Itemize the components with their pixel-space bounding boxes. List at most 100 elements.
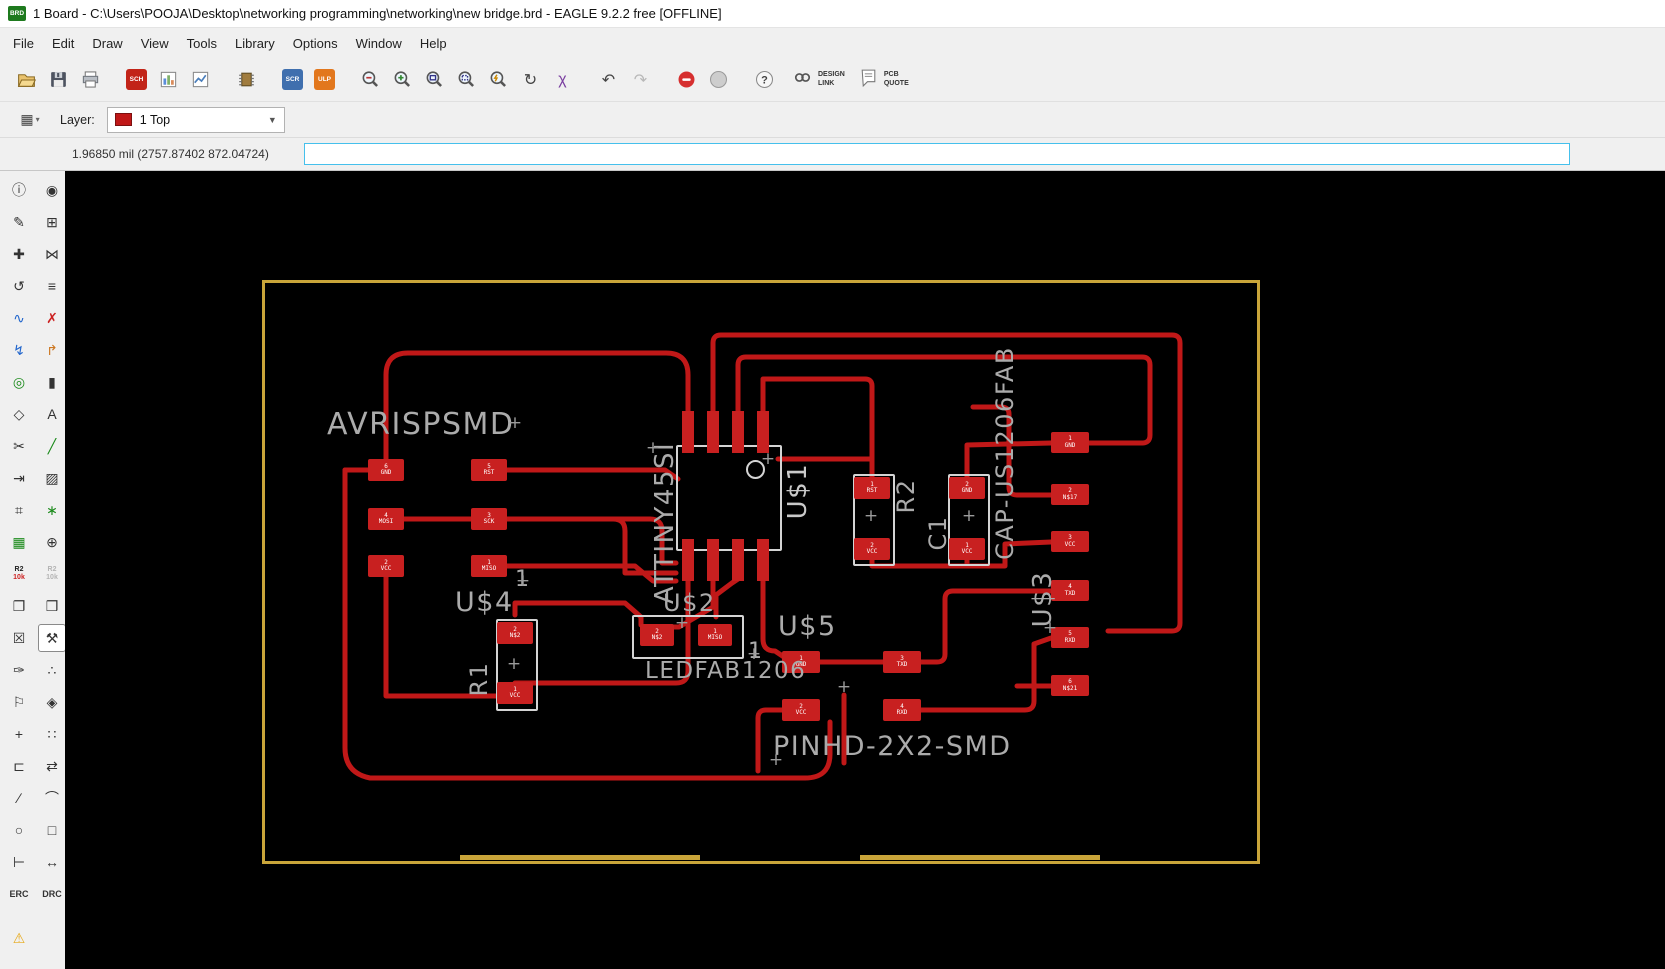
menu-edit[interactable]: Edit	[43, 32, 83, 55]
measure-tool[interactable]: ⊢	[5, 848, 33, 876]
chip-pad[interactable]	[707, 539, 719, 581]
pad-isp-sck[interactable]: 3 SCK	[471, 508, 507, 530]
smash-tool[interactable]: ▨	[38, 464, 66, 492]
label-u1[interactable]: U$1	[783, 463, 813, 520]
array-tool[interactable]: ∴	[38, 656, 66, 684]
pcb-quote-button[interactable]: PCB QUOTE	[858, 67, 909, 93]
pad-isp-gnd[interactable]: 6 GND	[368, 459, 404, 481]
label-ledfab1206[interactable]: LEDFAB1206	[645, 658, 806, 684]
pad-r1-n2[interactable]: 2 N$2	[497, 622, 533, 644]
line-tool[interactable]: ∕	[5, 784, 33, 812]
pad-isp-mosi[interactable]: 4 MOSI	[368, 508, 404, 530]
pad-led-miso[interactable]: 1 MISO	[698, 624, 732, 646]
pad-u3-n21[interactable]: 6 N$21	[1051, 675, 1089, 696]
refresh-button[interactable]: ↻	[516, 65, 545, 94]
trace[interactable]	[713, 576, 741, 620]
route-tool[interactable]: ↱	[38, 336, 66, 364]
pad-led-n2[interactable]: 2 N$2	[640, 624, 674, 646]
copy-tool[interactable]: ❐	[5, 592, 33, 620]
pad-u5-rxd[interactable]: 4 RXD	[883, 699, 921, 721]
label-u4[interactable]: U$4	[455, 587, 514, 618]
chip-pad[interactable]	[757, 539, 769, 581]
chip-pad[interactable]	[707, 411, 719, 453]
undo-button[interactable]: ↶	[594, 65, 623, 94]
delete-tool[interactable]: ☒	[5, 624, 33, 652]
flag-tool[interactable]: ⚐	[5, 688, 33, 716]
pad-c1-gnd[interactable]: 2 GND	[949, 477, 985, 499]
paint-tool[interactable]: ✑	[5, 656, 33, 684]
save-button[interactable]	[44, 65, 73, 94]
layer-dropdown[interactable]: 1 Top ▼	[106, 106, 285, 133]
split-tool[interactable]: ↯	[5, 336, 33, 364]
pad-c1-vcc[interactable]: 1 VCC	[949, 538, 985, 560]
script-button[interactable]: SCR	[278, 65, 307, 94]
width-tool[interactable]: ↔	[38, 848, 66, 876]
chip-pad[interactable]	[732, 411, 744, 453]
board-traces[interactable]	[65, 171, 1665, 969]
special-function-button[interactable]: χ	[548, 65, 577, 94]
miter-tool[interactable]: ╱	[38, 432, 66, 460]
arc-tool[interactable]: ⌒	[38, 784, 66, 812]
mirror-tool[interactable]: ⋈	[38, 240, 66, 268]
optimize-tool[interactable]: ⊕	[38, 528, 66, 556]
value-tool[interactable]: R2 10k	[38, 560, 66, 588]
menu-library[interactable]: Library	[226, 32, 284, 55]
command-input[interactable]	[304, 143, 1570, 165]
pinswap-tool[interactable]: ⇥	[5, 464, 33, 492]
grid-tool[interactable]: ▦	[5, 528, 33, 556]
ulp-button[interactable]: ULP	[310, 65, 339, 94]
trace[interactable]	[916, 635, 1054, 713]
pad-r2-vcc[interactable]: 2 VCC	[854, 538, 890, 560]
pad-isp-miso[interactable]: 1 MISO	[471, 555, 507, 577]
ripup-tool[interactable]: ✗	[38, 304, 66, 332]
connect-tool[interactable]: ⊏	[5, 752, 33, 780]
lock-tool[interactable]: ◈	[38, 688, 66, 716]
zoom-out-button[interactable]	[356, 65, 385, 94]
menu-help[interactable]: Help	[411, 32, 456, 55]
pad-isp-rst[interactable]: 5 RST	[471, 459, 507, 481]
paste-tool[interactable]: ❒	[38, 592, 66, 620]
go-button[interactable]	[704, 65, 733, 94]
design-link-button[interactable]: DESIGN LINK	[792, 67, 845, 93]
zoom-select-button[interactable]	[452, 65, 481, 94]
ratsnest-tool[interactable]: ∗	[38, 496, 66, 524]
chip-pad[interactable]	[682, 411, 694, 453]
show-tool[interactable]: ◉	[38, 176, 66, 204]
label-r2[interactable]: R2	[892, 479, 920, 514]
chip-pad[interactable]	[732, 539, 744, 581]
polygon-tool[interactable]: ◇	[5, 400, 33, 428]
pad-r2-rst[interactable]: 1 RST	[854, 477, 890, 499]
change-tool[interactable]: ⚒	[38, 624, 66, 652]
replicate-tool[interactable]: ∷	[38, 720, 66, 748]
label-u5[interactable]: U$5	[778, 611, 837, 642]
schematic-button[interactable]: SCH	[122, 65, 151, 94]
open-button[interactable]	[12, 65, 41, 94]
via-tool[interactable]: ◎	[5, 368, 33, 396]
menu-file[interactable]: File	[4, 32, 43, 55]
chip-pad[interactable]	[757, 411, 769, 453]
pad-u3-gnd[interactable]: 1 GND	[1051, 432, 1089, 453]
label-attiny[interactable]: ATTINY45SI	[650, 442, 680, 604]
menu-draw[interactable]: Draw	[83, 32, 131, 55]
redo-button[interactable]: ↷	[626, 65, 655, 94]
help-button[interactable]: ?	[750, 65, 779, 94]
add-tool[interactable]: +	[5, 720, 33, 748]
move-tool[interactable]: ✚	[5, 240, 33, 268]
menu-tools[interactable]: Tools	[178, 32, 226, 55]
signal-tool[interactable]: ▮	[38, 368, 66, 396]
design-manager-button[interactable]	[186, 65, 215, 94]
menu-options[interactable]: Options	[284, 32, 347, 55]
pad-u3-vcc[interactable]: 3 VCC	[1051, 531, 1089, 552]
wire-tool[interactable]: ∿	[5, 304, 33, 332]
drc-button[interactable]: DRC	[38, 880, 66, 908]
rect-tool[interactable]: □	[38, 816, 66, 844]
rotate-tool[interactable]: ↺	[5, 272, 33, 300]
swap-tool[interactable]: ⇄	[38, 752, 66, 780]
text-tool[interactable]: A	[38, 400, 66, 428]
display-tool[interactable]: ✎	[5, 208, 33, 236]
dimension-tool[interactable]: ⌗	[5, 496, 33, 524]
sheet-list-button[interactable]	[154, 65, 183, 94]
board-canvas[interactable]: 6 GND 5 RST 4 MOSI 3 SCK 2 VCC 1 MISO 2 N$2 1 VCC 2 N$2 1 M…	[65, 171, 1665, 969]
print-button[interactable]	[76, 65, 105, 94]
menu-window[interactable]: Window	[347, 32, 411, 55]
